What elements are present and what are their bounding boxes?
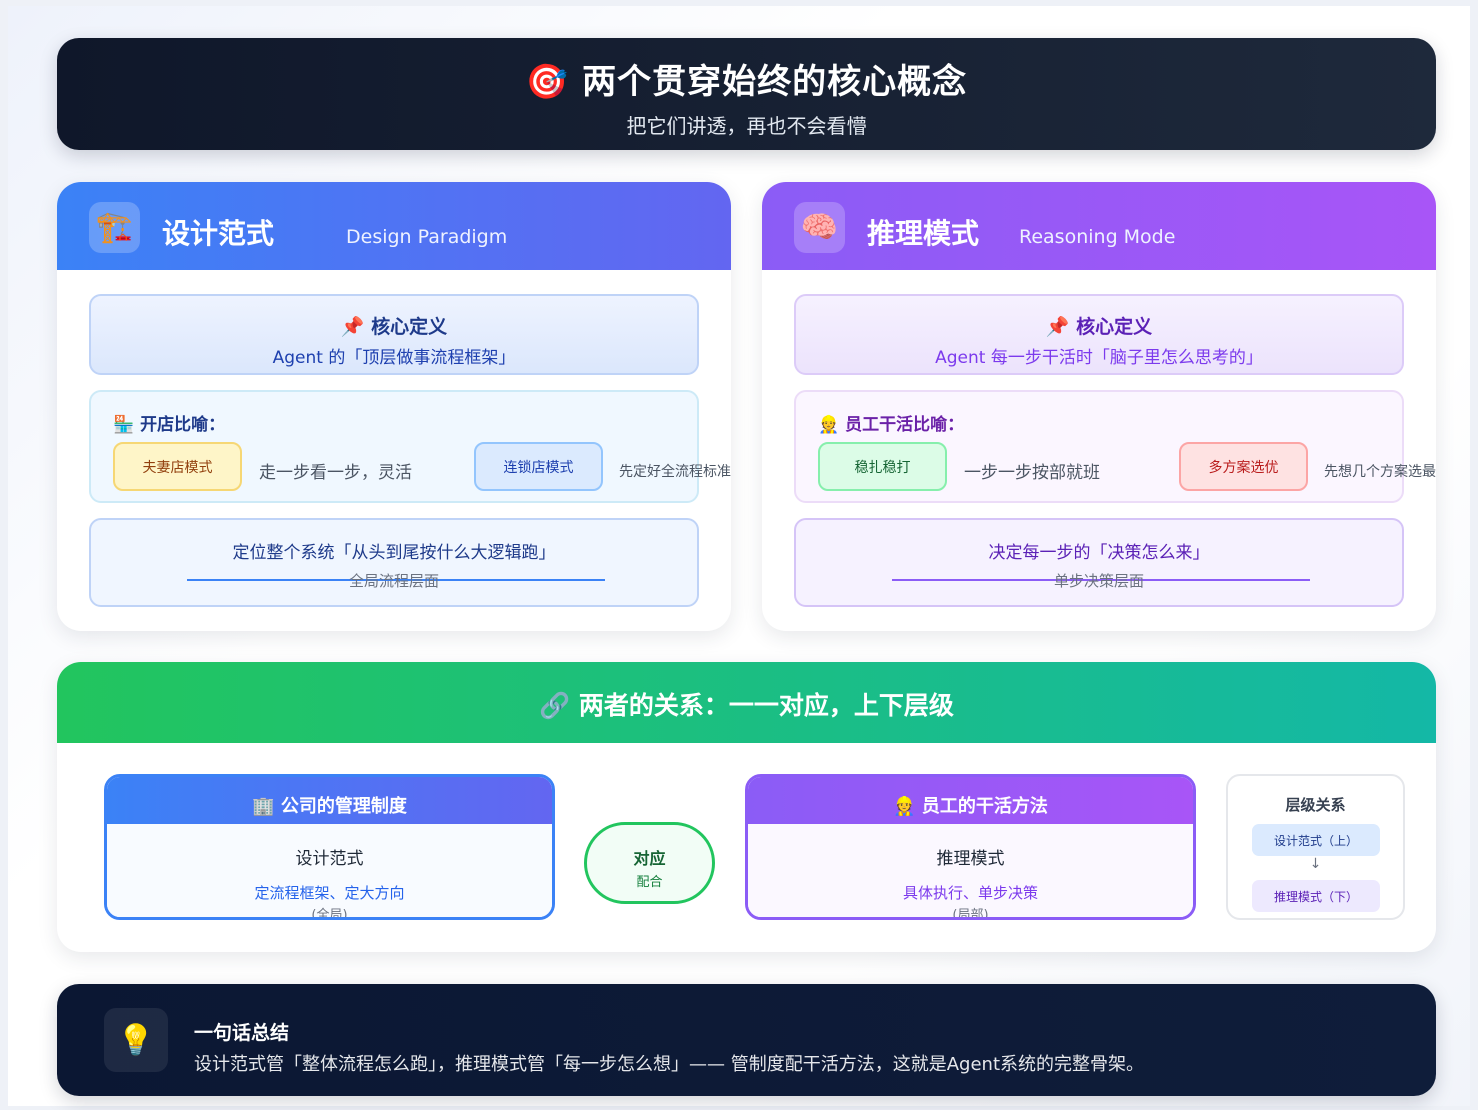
reasoning-definition-text: Agent 每一步干活时「脑子里怎么思考的」: [935, 348, 1263, 368]
management-system-card: 🏢 公司的管理制度 设计范式 定流程框架、定大方向 (全局): [104, 774, 555, 920]
reasoning-card-subtitle: Reasoning Mode: [1019, 226, 1176, 248]
management-system-name: 设计范式: [295, 849, 364, 869]
reasoning-chip-multi-plan: 多方案选优: [1179, 442, 1308, 491]
design-chip-chain-store: 连锁店模式: [474, 442, 603, 491]
summary-title: 一句话总结: [194, 1022, 290, 1044]
reasoning-position-text: 决定每一步的「决策怎么来」: [988, 543, 1210, 563]
management-system-desc: 定流程框架、定大方向: [254, 884, 405, 902]
design-definition-text: Agent 的「顶层做事流程框架」: [272, 348, 516, 368]
reasoning-definition-box: 📌 核心定义 Agent 每一步干活时「脑子里怎么思考的」: [794, 294, 1404, 375]
reasoning-metaphor-box: 👷 员工干活比喻： 稳扎稳打 一步一步按部就班 多方案选优 先想几个方案选最优: [794, 390, 1436, 503]
reasoning-chip-multi-plan-desc: 先想几个方案选最优: [1324, 464, 1436, 480]
design-definition-box: 📌 核心定义 Agent 的「顶层做事流程框架」: [89, 294, 699, 375]
design-paradigm-card: 🏗️ 设计范式 Design Paradigm 📌 核心定义 Agent 的「顶…: [57, 182, 731, 631]
reasoning-chip-steady-desc: 一步一步按部就班: [964, 463, 1100, 483]
management-system-body: 设计范式 定流程框架、定大方向 (全局): [107, 824, 552, 920]
work-method-title: 👷 员工的干活方法: [893, 796, 1048, 817]
reasoning-position-box: 决定每一步的「决策怎么来」 单步决策层面: [794, 518, 1404, 607]
management-system-scope: (全局): [311, 908, 348, 920]
work-method-scope: (局部): [952, 908, 989, 920]
summary-text: 设计范式管「整体流程怎么跑」，推理模式管「每一步怎么想」—— 管制度配干活方法，…: [194, 1054, 1144, 1075]
brain-icon: 🧠: [794, 202, 845, 253]
work-method-header: 👷 员工的干活方法: [748, 777, 1193, 824]
design-position-box: 定位整个系统「从头到尾按什么大逻辑跑」 全局流程层面: [89, 518, 699, 607]
management-system-header: 🏢 公司的管理制度: [107, 777, 552, 824]
reasoning-card-header: 🧠 推理模式 Reasoning Mode: [762, 182, 1436, 270]
management-system-title: 🏢 公司的管理制度: [252, 796, 407, 817]
page-subtitle: 把它们讲透，再也不会看懵: [626, 114, 867, 138]
header-banner: 🎯 两个贯穿始终的核心概念 把它们讲透，再也不会看懵: [57, 38, 1436, 150]
crane-icon: 🏗️: [89, 202, 140, 253]
design-position-text: 定位整个系统「从头到尾按什么大逻辑跑」: [232, 543, 556, 563]
work-method-name: 推理模式: [936, 849, 1005, 869]
design-definition-label: 📌 核心定义: [340, 316, 448, 338]
reasoning-mode-card: 🧠 推理模式 Reasoning Mode 📌 核心定义 Agent 每一步干活…: [762, 182, 1436, 631]
work-method-body: 推理模式 具体执行、单步决策 (局部): [748, 824, 1193, 920]
design-card-title: 设计范式: [162, 217, 275, 250]
hierarchy-item-upper: 设计范式（上）: [1252, 824, 1380, 856]
reasoning-chip-steady: 稳扎稳打: [818, 442, 947, 491]
hierarchy-box: 层级关系 设计范式（上） ↓ 推理模式（下）: [1226, 774, 1405, 920]
relation-panel: 🔗 两者的关系：一一对应，上下层级 🏢 公司的管理制度 设计范式 定流程框架、定…: [57, 662, 1436, 952]
page-title: 🎯 两个贯穿始终的核心概念: [525, 62, 968, 102]
design-chip-chain-store-desc: 先定好全流程标准: [619, 464, 731, 480]
reasoning-card-title: 推理模式: [867, 217, 980, 250]
work-method-card: 👷 员工的干活方法 推理模式 具体执行、单步决策 (局部): [745, 774, 1196, 920]
design-position-tag: 全局流程层面: [348, 572, 439, 590]
correspond-label: 对应: [633, 849, 666, 868]
work-method-desc: 具体执行、单步决策: [902, 884, 1038, 902]
relation-title: 🔗 两者的关系：一一对应，上下层级: [539, 691, 954, 720]
relation-header: 🔗 两者的关系：一一对应，上下层级: [57, 662, 1436, 743]
design-card-subtitle: Design Paradigm: [346, 226, 508, 248]
design-chip-family-store: 夫妻店模式: [113, 442, 242, 491]
summary-banner: 💡 一句话总结 设计范式管「整体流程怎么跑」，推理模式管「每一步怎么想」—— 管…: [57, 984, 1436, 1096]
reasoning-metaphor-label: 👷 员工干活比喻：: [818, 415, 965, 435]
design-card-header: 🏗️ 设计范式 Design Paradigm: [57, 182, 731, 270]
design-metaphor-label: 🏪 开店比喻：: [113, 415, 226, 435]
lightbulb-icon: 💡: [104, 1008, 168, 1072]
design-chip-family-store-desc: 走一步看一步，灵活: [259, 463, 412, 483]
hierarchy-title: 层级关系: [1285, 796, 1346, 814]
reasoning-definition-label: 📌 核心定义: [1045, 316, 1153, 338]
design-metaphor-box: 🏪 开店比喻： 夫妻店模式 走一步看一步，灵活 连锁店模式 先定好全流程标准: [89, 390, 731, 503]
correspond-badge: 对应 配合: [584, 822, 715, 904]
arrow-down-icon: ↓: [1309, 856, 1322, 872]
hierarchy-item-lower: 推理模式（下）: [1252, 880, 1380, 912]
reasoning-position-tag: 单步决策层面: [1053, 572, 1144, 590]
cooperate-label: 配合: [636, 875, 663, 890]
